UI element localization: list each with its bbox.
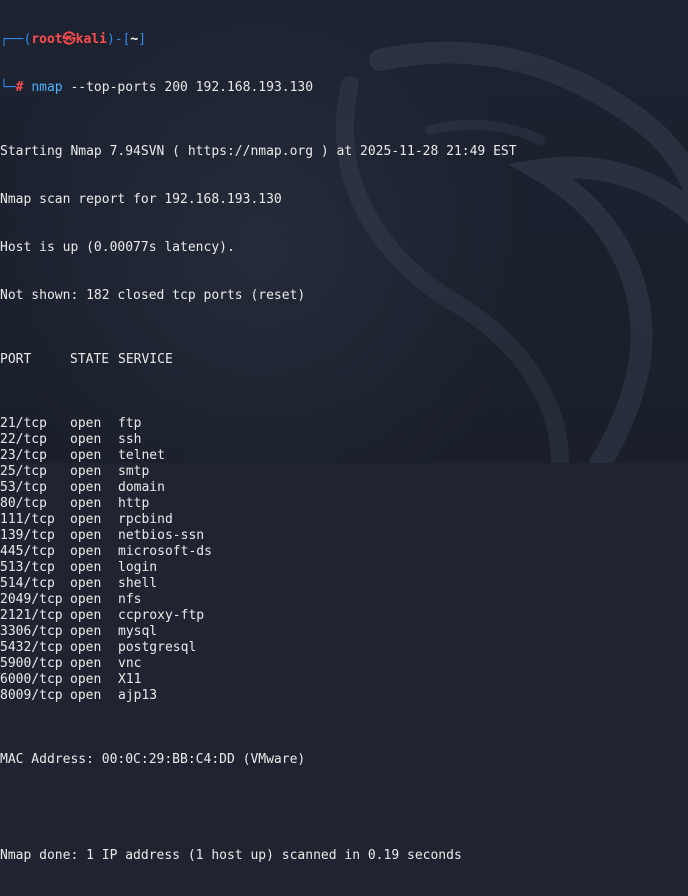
port-row: 22/tcp open ssh (0, 432, 688, 448)
port-state: open (70, 560, 102, 575)
port-state: open (70, 640, 102, 655)
terminal-window[interactable]: ┌──(root㉿kali)-[~] └─# nmap --top-ports … (0, 0, 688, 863)
port-row: 2049/tcp open nfs (0, 592, 688, 608)
prompt-hash: # (15, 80, 24, 95)
port-service: mysql (118, 624, 158, 639)
port-service: ftp (118, 416, 142, 431)
output-mac: MAC Address: 00:0C:29:BB:C4:DD (VMware) (0, 752, 306, 767)
port-state: open (70, 512, 102, 527)
port-state: open (70, 528, 102, 543)
port-row: 514/tcp open shell (0, 576, 688, 592)
port-number: 53/tcp (0, 480, 47, 495)
port-number: 5432/tcp (0, 640, 63, 655)
port-row: 25/tcp open smtp (0, 464, 688, 480)
command-name: nmap (31, 80, 63, 95)
port-state: open (70, 688, 102, 703)
port-service: ccproxy-ftp (118, 608, 205, 623)
port-service: vnc (118, 656, 142, 671)
port-row: 513/tcp open login (0, 560, 688, 576)
port-number: 139/tcp (0, 528, 55, 543)
port-state: open (70, 464, 102, 479)
port-service: ssh (118, 432, 142, 447)
port-row: 445/tcp open microsoft-ds (0, 544, 688, 560)
ports-table: 21/tcp open ftp 22/tcp open ssh 23/tcp open teln… (0, 416, 688, 704)
port-number: 8009/tcp (0, 688, 63, 703)
port-number: 22/tcp (0, 432, 47, 447)
command-line[interactable]: └─# nmap --top-ports 200 192.168.193.130 (0, 80, 688, 96)
port-row: 80/tcp open http (0, 496, 688, 512)
output-done: Nmap done: 1 IP address (1 host up) scan… (0, 848, 462, 863)
port-service: shell (118, 576, 158, 591)
port-state: open (70, 672, 102, 687)
port-service: microsoft-ds (118, 544, 212, 559)
port-state: open (70, 480, 102, 495)
output-not-shown: Not shown: 182 closed tcp ports (reset) (0, 288, 306, 303)
port-service: domain (118, 480, 165, 495)
port-number: 23/tcp (0, 448, 47, 463)
port-row: 2121/tcp open ccproxy-ftp (0, 608, 688, 624)
header-service: SERVICE (118, 352, 173, 367)
port-service: telnet (118, 448, 165, 463)
port-row: 21/tcp open ftp (0, 416, 688, 432)
port-row: 53/tcp open domain (0, 480, 688, 496)
port-state: open (70, 608, 102, 623)
port-number: 514/tcp (0, 576, 55, 591)
port-service: http (118, 496, 150, 511)
port-row: 8009/tcp open ajp13 (0, 688, 688, 704)
prompt-bracket-open: ┌──( (0, 32, 32, 47)
port-row: 5432/tcp open postgresql (0, 640, 688, 656)
port-state: open (70, 592, 102, 607)
output-report: Nmap scan report for 192.168.193.130 (0, 192, 282, 207)
port-number: 25/tcp (0, 464, 47, 479)
port-number: 2049/tcp (0, 592, 63, 607)
port-number: 445/tcp (0, 544, 55, 559)
port-number: 2121/tcp (0, 608, 63, 623)
port-service: ajp13 (118, 688, 158, 703)
prompt-bracket-close: ] (138, 32, 147, 47)
port-state: open (70, 624, 102, 639)
port-state: open (70, 656, 102, 671)
port-row: 111/tcp open rpcbind (0, 512, 688, 528)
port-state: open (70, 496, 102, 511)
header-port: PORT (0, 352, 32, 367)
header-state: STATE (70, 352, 110, 367)
prompt-user: root㉿kali (31, 32, 107, 47)
port-state: open (70, 448, 102, 463)
port-row: 3306/tcp open mysql (0, 624, 688, 640)
output-starting: Starting Nmap 7.94SVN ( https://nmap.org… (0, 144, 517, 159)
port-number: 6000/tcp (0, 672, 63, 687)
prompt-corner: └─ (0, 80, 16, 95)
port-service: smtp (118, 464, 150, 479)
port-number: 3306/tcp (0, 624, 63, 639)
port-service: X11 (118, 672, 142, 687)
port-number: 5900/tcp (0, 656, 63, 671)
port-number: 513/tcp (0, 560, 55, 575)
terminal-output: ┌──(root㉿kali)-[~] └─# nmap --top-ports … (0, 0, 688, 896)
prompt-bracket-mid: )-[ (106, 32, 131, 47)
port-row: 6000/tcp open X11 (0, 672, 688, 688)
port-service: login (118, 560, 158, 575)
port-service: postgresql (118, 640, 197, 655)
output-host-up: Host is up (0.00077s latency). (0, 240, 235, 255)
port-state: open (70, 416, 102, 431)
port-service: rpcbind (118, 512, 173, 527)
prompt-header: ┌──(root㉿kali)-[~] (0, 32, 688, 48)
port-service: nfs (118, 592, 142, 607)
command-args: --top-ports 200 192.168.193.130 (62, 80, 314, 95)
port-row: 5900/tcp open vnc (0, 656, 688, 672)
port-row: 139/tcp open netbios-ssn (0, 528, 688, 544)
port-service: netbios-ssn (118, 528, 205, 543)
port-number: 111/tcp (0, 512, 55, 527)
ports-table-header: PORT STATE SERVICE (0, 352, 688, 368)
port-number: 21/tcp (0, 416, 47, 431)
port-number: 80/tcp (0, 496, 47, 511)
port-state: open (70, 544, 102, 559)
port-row: 23/tcp open telnet (0, 448, 688, 464)
port-state: open (70, 576, 102, 591)
port-state: open (70, 432, 102, 447)
